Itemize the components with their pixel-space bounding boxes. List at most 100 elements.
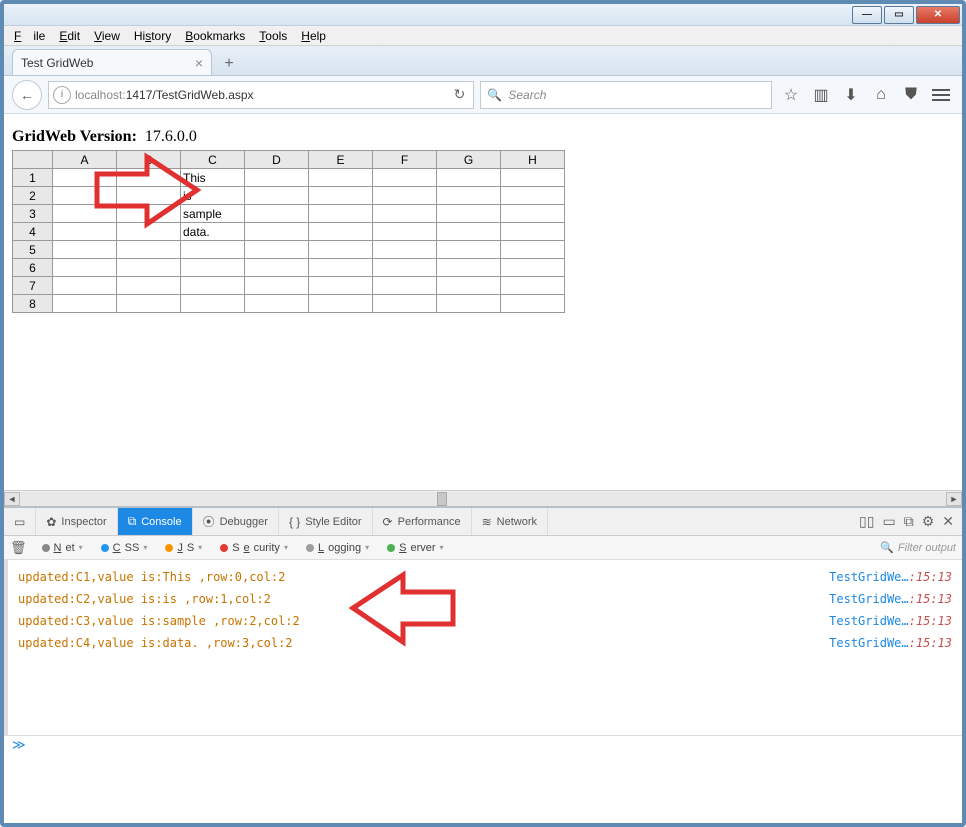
cell-B3[interactable] [117,205,181,223]
cell-C2[interactable]: is [181,187,245,205]
filter-output-input[interactable]: 🔍Filter output [880,541,956,554]
cell-D3[interactable] [245,205,309,223]
cell-G8[interactable] [437,295,501,313]
col-header-F[interactable]: F [373,151,437,169]
tab-performance[interactable]: ⟳Performance [373,508,472,535]
cell-A7[interactable] [53,277,117,295]
devtools-popout-icon[interactable]: ⧉ [904,513,914,530]
cell-B6[interactable] [117,259,181,277]
cell-A8[interactable] [53,295,117,313]
cell-A3[interactable] [53,205,117,223]
log-source[interactable]: TestGridWe…:15:13 [829,592,952,606]
downloads-icon[interactable]: ⬇ [842,85,860,105]
cell-D5[interactable] [245,241,309,259]
tab-network[interactable]: ≋Network [472,508,548,535]
menu-help[interactable]: Help [295,27,332,45]
cell-A5[interactable] [53,241,117,259]
tab-style-editor[interactable]: { }Style Editor [279,508,373,535]
cell-H5[interactable] [501,241,565,259]
cell-A2[interactable] [53,187,117,205]
window-maximize-button[interactable]: ▭ [884,6,914,24]
log-source[interactable]: TestGridWe…:15:13 [829,614,952,628]
cell-D2[interactable] [245,187,309,205]
tab-console[interactable]: ⧉Console [118,508,193,535]
cell-B7[interactable] [117,277,181,295]
tab-inspector[interactable]: ✿Inspector [36,508,117,535]
cell-F2[interactable] [373,187,437,205]
cell-C8[interactable] [181,295,245,313]
cell-E8[interactable] [309,295,373,313]
cell-D1[interactable] [245,169,309,187]
menu-view[interactable]: View [88,27,126,45]
cell-G3[interactable] [437,205,501,223]
cell-H1[interactable] [501,169,565,187]
filter-logging[interactable]: Logging▾ [299,539,376,557]
cell-C5[interactable] [181,241,245,259]
cell-B5[interactable] [117,241,181,259]
scroll-right-icon[interactable]: ► [946,492,962,506]
cell-F4[interactable] [373,223,437,241]
spreadsheet-grid[interactable]: ABCDEFGH1This2is3sample4data.5678 [12,150,565,313]
filter-server[interactable]: Server▾ [380,539,450,557]
tab-close-icon[interactable]: × [195,55,203,71]
cell-C1[interactable]: This [181,169,245,187]
cell-E6[interactable] [309,259,373,277]
window-minimize-button[interactable]: — [852,6,882,24]
cell-H2[interactable] [501,187,565,205]
cell-D6[interactable] [245,259,309,277]
cell-A4[interactable] [53,223,117,241]
cell-H3[interactable] [501,205,565,223]
cell-D7[interactable] [245,277,309,295]
bookmark-star-icon[interactable]: ☆ [782,85,800,105]
window-close-button[interactable]: ✕ [916,6,960,24]
cell-H7[interactable] [501,277,565,295]
cell-D4[interactable] [245,223,309,241]
cell-B2[interactable] [117,187,181,205]
devtools-toggle-icon[interactable]: ▭ [4,508,36,535]
cell-E1[interactable] [309,169,373,187]
log-source[interactable]: TestGridWe…:15:13 [829,570,952,584]
cell-C6[interactable] [181,259,245,277]
scroll-left-icon[interactable]: ◄ [4,492,20,506]
col-header-E[interactable]: E [309,151,373,169]
url-bar[interactable]: i localhost:1417/TestGridWeb.aspx ↻ [48,81,474,109]
cell-E3[interactable] [309,205,373,223]
filter-security[interactable]: Security▾ [213,539,295,557]
scroll-thumb[interactable] [437,492,447,506]
cell-G2[interactable] [437,187,501,205]
cell-C3[interactable]: sample [181,205,245,223]
col-header-D[interactable]: D [245,151,309,169]
col-header-C[interactable]: C [181,151,245,169]
home-icon[interactable]: ⌂ [872,86,890,104]
cell-G7[interactable] [437,277,501,295]
cell-B8[interactable] [117,295,181,313]
cell-E7[interactable] [309,277,373,295]
row-header-2[interactable]: 2 [13,187,53,205]
menu-file[interactable]: File [8,27,51,45]
library-icon[interactable]: ▥ [812,85,830,105]
cell-F3[interactable] [373,205,437,223]
row-header-7[interactable]: 7 [13,277,53,295]
menu-hamburger-icon[interactable] [932,89,950,101]
cell-C7[interactable] [181,277,245,295]
console-prompt[interactable]: ≫ [4,735,962,755]
menu-bookmarks[interactable]: Bookmarks [179,27,251,45]
log-source[interactable]: TestGridWe…:15:13 [829,636,952,650]
col-header-B[interactable]: B [117,151,181,169]
cell-F5[interactable] [373,241,437,259]
row-header-1[interactable]: 1 [13,169,53,187]
site-info-icon[interactable]: i [53,86,71,104]
cell-B1[interactable] [117,169,181,187]
menu-tools[interactable]: Tools [253,27,293,45]
pocket-icon[interactable]: ⛊ [902,86,920,104]
col-header-H[interactable]: H [501,151,565,169]
cell-G5[interactable] [437,241,501,259]
devtools-layout2-icon[interactable]: ▭ [882,513,895,530]
cell-H8[interactable] [501,295,565,313]
row-header-4[interactable]: 4 [13,223,53,241]
cell-G1[interactable] [437,169,501,187]
cell-A6[interactable] [53,259,117,277]
reload-icon[interactable]: ↻ [450,86,470,103]
row-header-6[interactable]: 6 [13,259,53,277]
cell-G6[interactable] [437,259,501,277]
